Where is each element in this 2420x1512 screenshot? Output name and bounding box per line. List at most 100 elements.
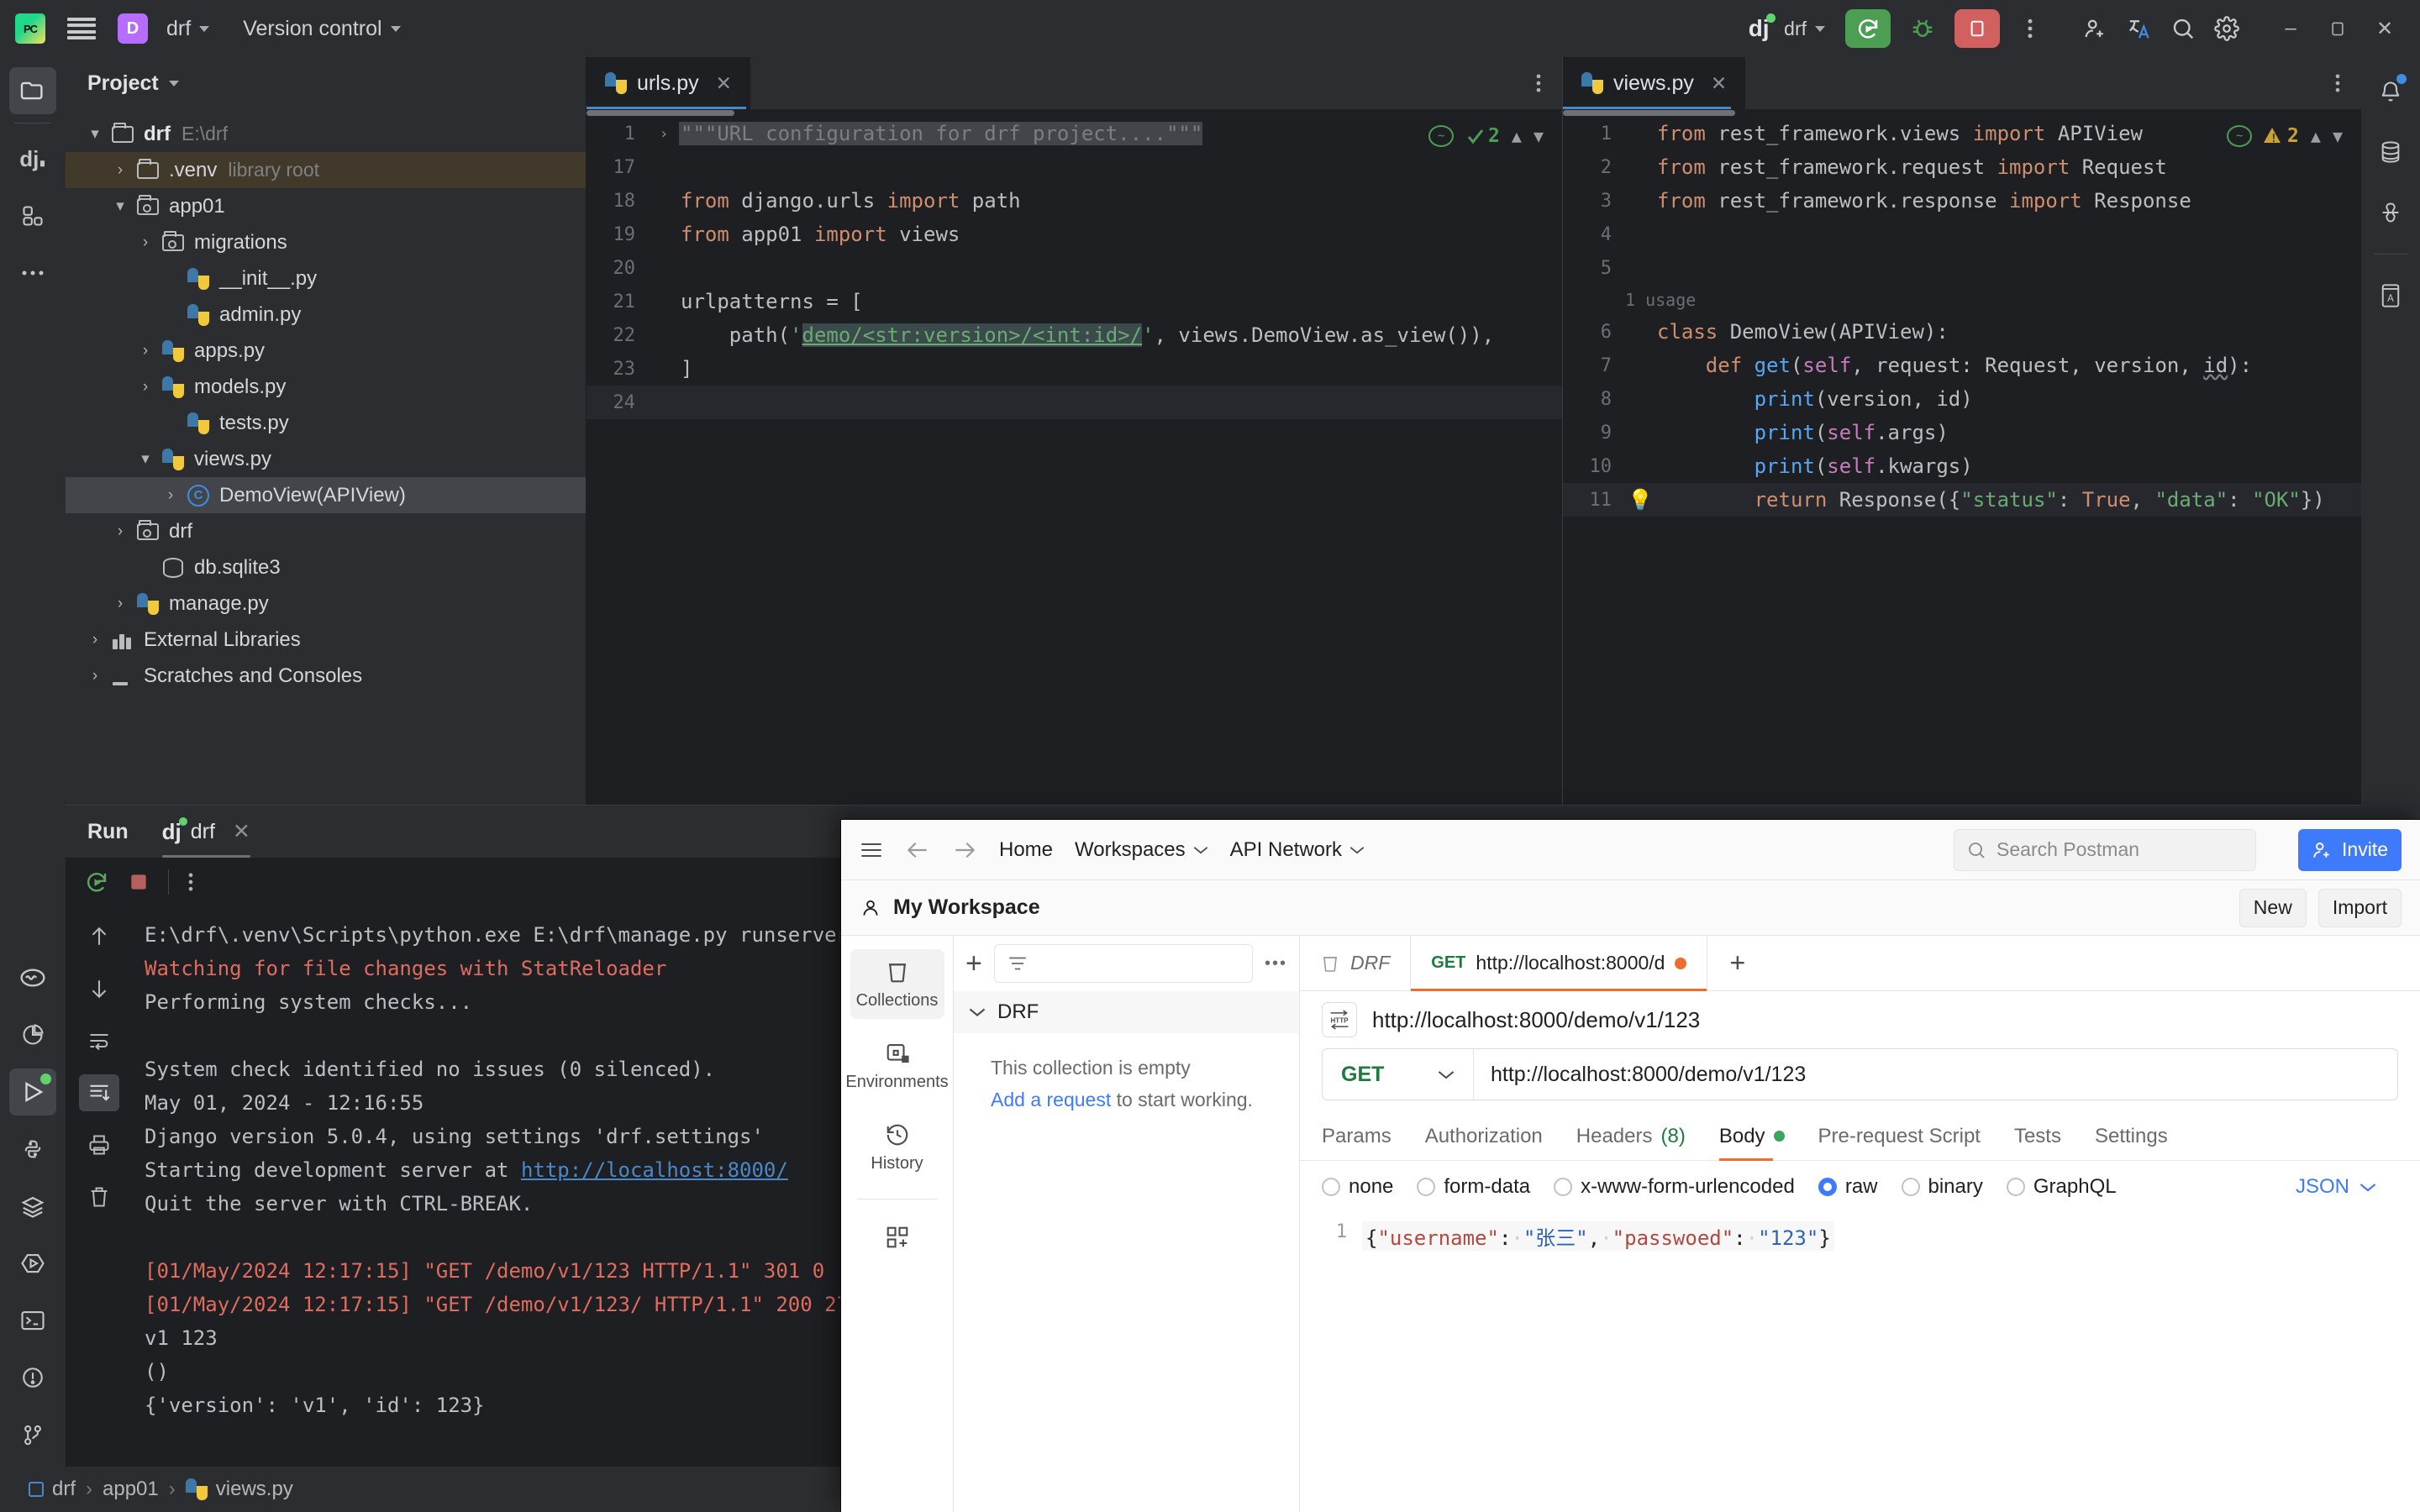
radio-none[interactable]: none — [1322, 1175, 1393, 1199]
bookmarks-icon[interactable] — [2368, 190, 2413, 235]
body-json-content[interactable]: {"username":·"张三",·"passwoed":·"123"} — [1362, 1221, 1834, 1251]
tree-item-external-libraries[interactable]: › External Libraries — [66, 622, 586, 658]
body-format-select[interactable]: JSON — [2296, 1175, 2398, 1199]
chevron-down-icon[interactable]: ▾ — [106, 197, 134, 216]
translate-icon[interactable] — [2118, 7, 2161, 50]
new-tab-button[interactable]: + — [1707, 936, 1767, 990]
chevron-right-icon[interactable]: › — [131, 234, 160, 252]
main-menu-icon[interactable] — [67, 18, 96, 39]
chevron-right-icon[interactable]: › — [156, 486, 185, 505]
more-vert-icon[interactable] — [187, 870, 194, 894]
tree-item-manage-py[interactable]: › manage.py — [66, 585, 586, 622]
radio-x-www-form-urlencoded[interactable]: x-www-form-urlencoded — [1554, 1175, 1795, 1199]
editor-options-icon[interactable] — [2334, 71, 2361, 95]
terminal-icon[interactable] — [9, 1297, 56, 1344]
chevron-right-icon[interactable]: › — [106, 522, 134, 541]
version-control-icon[interactable] — [9, 1411, 56, 1458]
url-input[interactable]: http://localhost:8000/demo/v1/123 — [1474, 1063, 2397, 1087]
import-button[interactable]: Import — [2317, 888, 2402, 927]
back-arrow-icon[interactable] — [905, 839, 930, 861]
breadcrumb-views-py[interactable]: views.py — [179, 1478, 300, 1501]
intention-bulb-icon[interactable]: 💡 — [1628, 488, 1653, 512]
workspace-name[interactable]: My Workspace — [860, 895, 1040, 920]
services-icon[interactable] — [9, 1183, 56, 1230]
tab-request-active[interactable]: GET http://localhost:8000/d — [1411, 936, 1708, 991]
problems-icon[interactable] — [9, 1354, 56, 1401]
debug-button[interactable] — [1901, 7, 1944, 50]
inspection-widget-right[interactable]: ~ ! 2 ▲ ▼ — [2227, 125, 2343, 147]
tab-views-py[interactable]: views.py ✕ — [1563, 57, 1746, 109]
subtab-tests[interactable]: Tests — [2014, 1112, 2061, 1161]
database-icon[interactable] — [2368, 129, 2413, 175]
breadcrumb-app01[interactable]: app01 — [96, 1478, 166, 1501]
stop-icon[interactable] — [128, 871, 150, 893]
python-console-icon[interactable] — [9, 1126, 56, 1173]
tree-item-drf[interactable]: › drf — [66, 513, 586, 549]
rerun-icon[interactable] — [84, 869, 109, 895]
radio-graphql[interactable]: GraphQL — [2006, 1175, 2117, 1199]
chevron-right-icon[interactable]: › — [131, 342, 160, 360]
chevron-right-icon[interactable]: › — [106, 161, 134, 180]
chevron-right-icon[interactable]: › — [81, 631, 109, 649]
next-problem-icon[interactable]: ▼ — [1534, 126, 1544, 146]
minimize-icon[interactable]: – — [2267, 8, 2314, 49]
translation-icon[interactable]: A — [2368, 273, 2413, 318]
maximize-icon[interactable] — [2314, 8, 2361, 49]
subtab-authorization[interactable]: Authorization — [1425, 1112, 1543, 1161]
forward-arrow-icon[interactable] — [952, 839, 977, 861]
project-panel-header[interactable]: Project — [66, 57, 586, 109]
hamburger-icon[interactable] — [860, 840, 883, 860]
radio-form-data[interactable]: form-data — [1417, 1175, 1530, 1199]
chevron-down-icon[interactable]: ▾ — [131, 449, 160, 469]
close-run-tab-icon[interactable]: ✕ — [233, 819, 250, 844]
nav-workspaces[interactable]: Workspaces — [1075, 838, 1208, 862]
profiler-icon[interactable] — [9, 1011, 56, 1058]
run-icon[interactable] — [9, 1068, 56, 1116]
add-request-link[interactable]: Add a request — [991, 1089, 1111, 1110]
nav-api-network[interactable]: API Network — [1230, 838, 1365, 862]
nav-home[interactable]: Home — [999, 838, 1053, 862]
sidebar-item-environments[interactable]: Environments — [845, 1031, 949, 1100]
tree-item-views-py[interactable]: ▾ views.py — [66, 441, 586, 477]
editor-content-views[interactable]: ~ ! 2 ▲ ▼ 1 from rest_framework.views imp… — [1563, 117, 2361, 805]
tree-item-db-sqlite3[interactable]: db.sqlite3 — [66, 549, 586, 585]
tree-item-tests-py[interactable]: tests.py — [66, 405, 586, 441]
chevron-right-icon[interactable]: › — [131, 378, 160, 396]
editor-options-icon[interactable] — [1535, 71, 1562, 95]
close-tab-icon[interactable]: ✕ — [716, 72, 732, 95]
scroll-to-end-icon[interactable] — [79, 1074, 119, 1111]
endpoints-icon[interactable] — [9, 1240, 56, 1287]
prev-problem-icon[interactable]: ▲ — [2311, 126, 2321, 146]
tree-item-apps-py[interactable]: › apps.py — [66, 333, 586, 369]
up-arrow-icon[interactable] — [79, 918, 119, 955]
version-control-dropdown[interactable]: Version control — [234, 12, 408, 46]
subtab-body[interactable]: Body — [1718, 1112, 1785, 1161]
project-icon[interactable] — [9, 67, 56, 114]
tree-item-drf[interactable]: ▾ drf E:\drf — [66, 116, 586, 152]
radio-binary[interactable]: binary — [1901, 1175, 1983, 1199]
close-tab-icon[interactable]: ✕ — [1711, 72, 1727, 95]
sidebar-item-history[interactable]: History — [850, 1112, 944, 1182]
tree-item-demoview-apiview-[interactable]: › C DemoView(APIView) — [66, 477, 586, 513]
run-config-selector[interactable]: drf — [1776, 13, 1833, 45]
trash-icon[interactable] — [79, 1179, 119, 1215]
subtab-pre-request-script[interactable]: Pre-request Script — [1818, 1112, 1981, 1161]
tree-item--venv[interactable]: › .venv library root — [66, 152, 586, 188]
rerun-button[interactable] — [1845, 9, 1891, 48]
print-icon[interactable] — [79, 1126, 119, 1163]
subtab-params[interactable]: Params — [1322, 1112, 1392, 1161]
tab-drf-collection[interactable]: DRF — [1300, 936, 1412, 990]
sidebar-item-new-module[interactable] — [850, 1215, 944, 1258]
request-name[interactable]: http://localhost:8000/demo/v1/123 — [1372, 1007, 1700, 1033]
chevron-right-icon[interactable]: › — [106, 595, 134, 613]
inspection-widget-left[interactable]: ~ 2 ▲ ▼ — [1428, 125, 1544, 147]
new-button[interactable]: New — [2238, 888, 2307, 927]
subtab-headers[interactable]: Headers (8) — [1576, 1112, 1686, 1161]
subtab-settings[interactable]: Settings — [2095, 1112, 2168, 1161]
editor-content-urls[interactable]: ~ 2 ▲ ▼ 1 › """URL configuration for drf p… — [587, 117, 1562, 805]
plugins-icon[interactable] — [9, 192, 56, 239]
notifications-icon[interactable] — [2368, 69, 2413, 114]
django-icon[interactable]: dj∎ — [9, 135, 56, 182]
more-vert-icon[interactable] — [2008, 7, 2052, 50]
search-input[interactable]: Search Postman — [1954, 828, 2257, 871]
